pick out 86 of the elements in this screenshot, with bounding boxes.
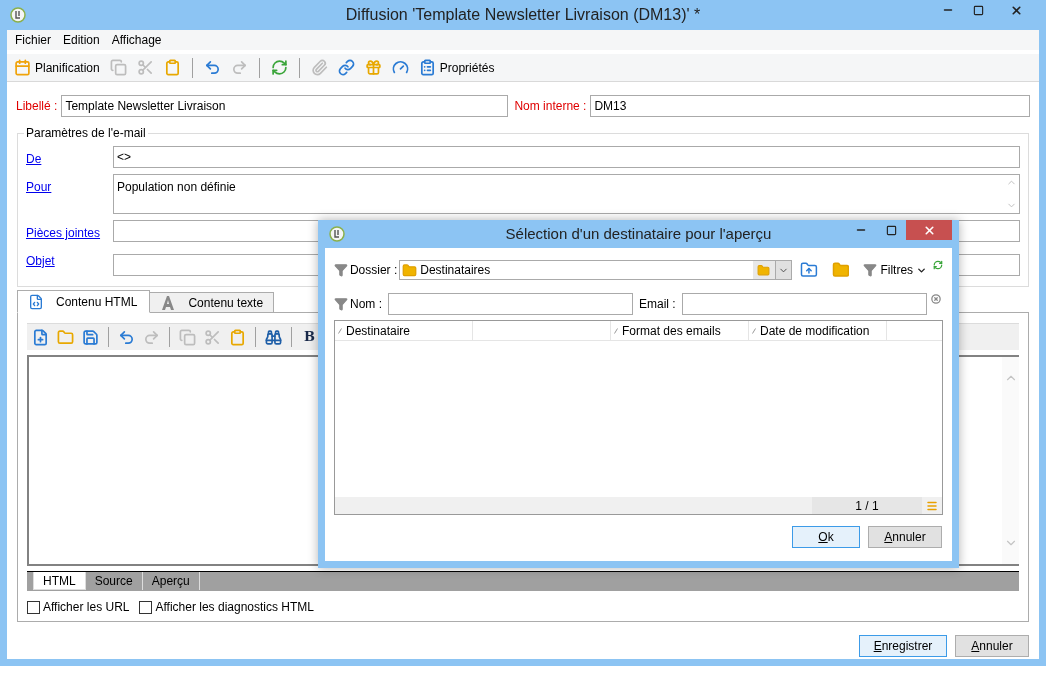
save-icon bbox=[82, 328, 99, 346]
column-header[interactable]: Destinataire bbox=[335, 321, 473, 340]
bold-button[interactable]: B bbox=[298, 326, 321, 348]
checkbox[interactable] bbox=[139, 600, 153, 614]
maximize-icon bbox=[972, 4, 984, 16]
input-field[interactable]: Template Newsletter Livraison bbox=[61, 95, 509, 117]
field-label: Libellé : bbox=[16, 98, 58, 115]
folder-icon bbox=[57, 328, 74, 346]
refresh-icon bbox=[270, 59, 288, 76]
new-file-icon bbox=[32, 328, 49, 346]
column-header[interactable]: Date de modification bbox=[749, 321, 887, 340]
browse-button[interactable] bbox=[752, 261, 775, 279]
dialog-button[interactable]: Annuler bbox=[868, 526, 942, 548]
toolbar-button[interactable]: Propriétés bbox=[415, 55, 498, 80]
clear-icon[interactable] bbox=[930, 294, 941, 304]
binoculars-icon bbox=[265, 328, 282, 346]
sort-icon bbox=[614, 327, 618, 334]
scissors-icon bbox=[204, 328, 221, 346]
field-label: Dossier : bbox=[349, 262, 398, 279]
pager-text: 1 / 1 bbox=[812, 497, 922, 514]
clipboard-list-icon bbox=[418, 59, 436, 76]
undo-icon bbox=[203, 59, 221, 76]
checkbox-label: Afficher les diagnostics HTML bbox=[155, 599, 314, 616]
list-menu-icon[interactable] bbox=[926, 499, 938, 512]
scrollbar[interactable] bbox=[1002, 357, 1019, 564]
redo-icon bbox=[143, 328, 160, 346]
link-icon bbox=[337, 59, 355, 76]
refresh-icon[interactable] bbox=[933, 260, 943, 270]
column-header[interactable]: Format des emails bbox=[611, 321, 749, 340]
html-file-icon bbox=[28, 293, 44, 310]
gauge-icon bbox=[391, 59, 409, 76]
field-link[interactable]: Pièces jointes bbox=[26, 220, 113, 242]
input-field[interactable] bbox=[681, 293, 927, 315]
input-field[interactable]: <> bbox=[113, 146, 1020, 168]
filters-button[interactable]: Filtres bbox=[863, 261, 928, 279]
checkbox-label: Afficher les URL bbox=[43, 599, 130, 616]
group-title: Paramètres de l'e-mail bbox=[24, 126, 148, 140]
dialog-title: Sélection d'un destinataire pour l'aperçu bbox=[504, 223, 773, 244]
view-tab[interactable]: HTML bbox=[33, 572, 86, 590]
letter-a-icon bbox=[160, 294, 177, 311]
input-field[interactable] bbox=[388, 293, 633, 315]
text-area[interactable]: Population non définie bbox=[113, 174, 1020, 214]
folder-icon bbox=[757, 263, 771, 277]
menu-item[interactable]: Affichage bbox=[111, 31, 162, 49]
app-logo-icon bbox=[329, 226, 345, 242]
sort-icon bbox=[752, 327, 756, 334]
folder-combo[interactable]: Destinataires bbox=[399, 260, 792, 280]
filter-icon bbox=[334, 263, 348, 277]
input-field[interactable]: DM13 bbox=[590, 95, 1030, 117]
close-icon bbox=[922, 223, 936, 237]
gift-icon bbox=[364, 59, 382, 76]
field-label: Email : bbox=[639, 296, 676, 313]
close-icon bbox=[1009, 3, 1023, 17]
view-tab[interactable]: Source bbox=[85, 572, 143, 590]
redo-icon bbox=[230, 59, 248, 76]
field-label: Nom : bbox=[350, 296, 382, 313]
checkbox[interactable] bbox=[27, 600, 40, 614]
filter-icon bbox=[334, 297, 348, 311]
filter-icon bbox=[863, 263, 878, 277]
paperclip-icon bbox=[310, 59, 328, 76]
copy-icon bbox=[109, 59, 127, 76]
dialog-button[interactable]: Annuler bbox=[955, 635, 1029, 657]
view-tab[interactable]: Aperçu bbox=[142, 572, 200, 590]
menu-item[interactable]: Fichier bbox=[15, 31, 51, 49]
folder-icon[interactable] bbox=[831, 261, 850, 279]
calendar-icon bbox=[14, 59, 31, 76]
dialog-button[interactable]: Enregistrer bbox=[859, 635, 947, 657]
app-logo-icon bbox=[10, 7, 26, 23]
window-title: Diffusion 'Template Newsletter Livraison (DM13)' * bbox=[344, 5, 702, 25]
folder-up-icon[interactable] bbox=[799, 261, 818, 279]
field-link[interactable]: Pour bbox=[26, 174, 113, 196]
field-label: Nom interne : bbox=[514, 98, 587, 115]
scissors-icon bbox=[136, 59, 154, 76]
menu-item[interactable]: Edition bbox=[63, 31, 100, 49]
sort-icon bbox=[338, 327, 342, 334]
tab[interactable]: Contenu HTML bbox=[17, 290, 151, 313]
toolbar-button[interactable]: Planification bbox=[11, 55, 103, 80]
field-link[interactable]: Objet bbox=[26, 248, 113, 270]
undo-icon bbox=[118, 328, 135, 346]
maximize-icon bbox=[885, 224, 897, 236]
clipboard-icon bbox=[163, 59, 181, 76]
copy-icon bbox=[179, 328, 196, 346]
dialog-button[interactable]: Ok bbox=[792, 526, 860, 548]
clipboard-icon bbox=[229, 328, 246, 346]
folder-icon bbox=[402, 262, 418, 278]
field-link[interactable]: De bbox=[26, 146, 113, 168]
